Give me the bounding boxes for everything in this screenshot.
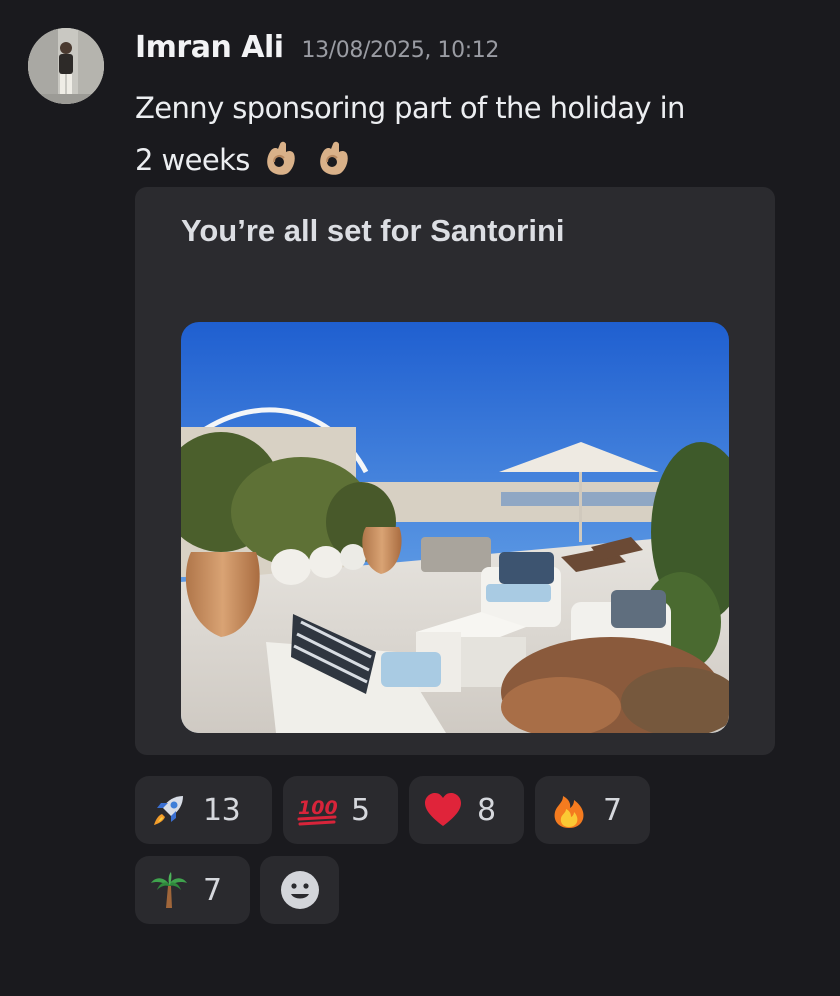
reaction-count: 7 xyxy=(603,792,622,828)
author-name[interactable]: Imran Ali xyxy=(135,30,284,65)
add-reaction-icon xyxy=(280,871,319,909)
link-embed: You’re all set for Santorini xyxy=(135,187,775,755)
svg-text:100: 100 xyxy=(298,797,337,819)
avatar[interactable] xyxy=(28,28,104,104)
reaction-count: 13 xyxy=(203,792,241,828)
reaction-rocket[interactable]: 13 xyxy=(135,776,272,844)
reaction-hundred[interactable]: 100 5 xyxy=(283,776,398,844)
reaction-count: 8 xyxy=(477,792,496,828)
fire-emoji xyxy=(554,796,584,828)
reaction-fire[interactable]: 7 xyxy=(535,776,650,844)
red-heart-emoji xyxy=(425,793,461,826)
reaction-count: 5 xyxy=(351,792,370,828)
palm-tree-emoji xyxy=(151,872,187,908)
santorini-terrace-photo xyxy=(181,322,729,733)
avatar-photo xyxy=(28,28,104,104)
message-text-line-2: 2 weeks xyxy=(135,143,250,177)
message-header: Imran Ali 13/08/2025, 10:12 xyxy=(135,30,499,76)
add-reaction-button[interactable] xyxy=(260,856,339,924)
embed-title[interactable]: You’re all set for Santorini xyxy=(181,213,565,249)
message-text-line-1: Zenny sponsoring part of the holiday in xyxy=(135,91,685,125)
reaction-count: 7 xyxy=(203,872,222,908)
message-timestamp[interactable]: 13/08/2025, 10:12 xyxy=(302,38,500,63)
message-content: Zenny sponsoring part of the holiday in … xyxy=(135,82,795,186)
embed-image[interactable] xyxy=(181,322,729,733)
ok-hand-emoji xyxy=(320,141,348,175)
rocket-emoji xyxy=(154,796,183,825)
reaction-heart[interactable]: 8 xyxy=(409,776,524,844)
reaction-palm-tree[interactable]: 7 xyxy=(135,856,250,924)
message-text-line-2-wrap: 2 weeks xyxy=(135,134,795,186)
hundred-points-emoji: 100 xyxy=(297,797,337,826)
ok-hand-emoji xyxy=(267,141,296,175)
